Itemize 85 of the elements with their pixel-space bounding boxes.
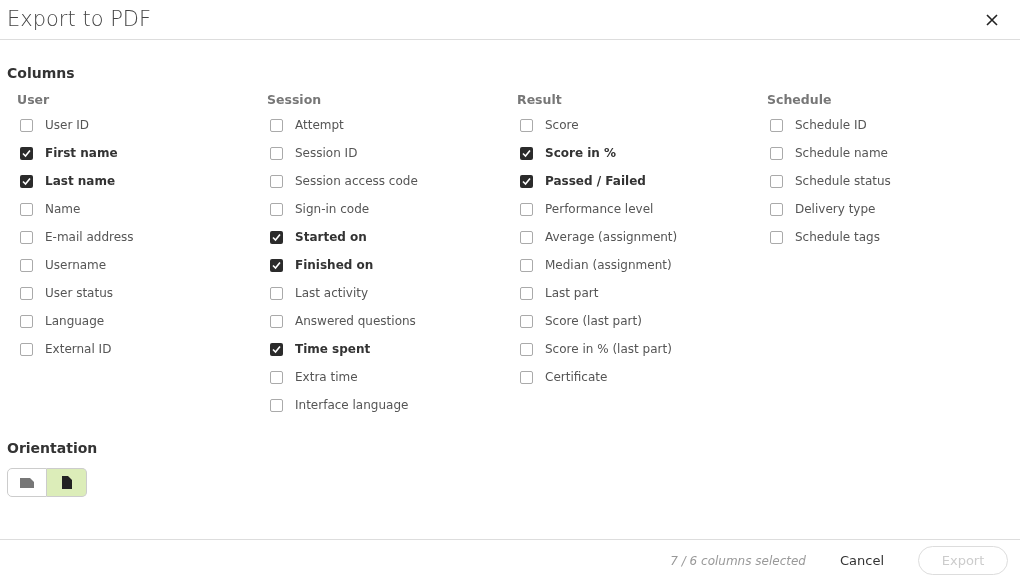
checkbox[interactable]: [20, 202, 33, 216]
checkbox[interactable]: [520, 370, 533, 384]
checkbox[interactable]: [20, 174, 33, 188]
checkbox-label: Finished on: [295, 257, 374, 274]
checkbox[interactable]: [270, 118, 283, 132]
checkbox-label: Last activity: [295, 285, 369, 302]
checkbox[interactable]: [270, 370, 283, 384]
checkbox-label: Schedule status: [795, 173, 891, 190]
checkbox-label: Interface language: [295, 397, 409, 414]
checkbox-label: Name: [45, 201, 81, 218]
portrait-page-icon: [61, 476, 72, 489]
checkbox[interactable]: [520, 286, 533, 300]
checkbox-label: Delivery type: [795, 201, 876, 218]
section-heading: Columns: [7, 64, 76, 83]
checkbox-label: External ID: [45, 341, 112, 358]
checkbox-label: E-mail address: [45, 229, 134, 246]
checkbox-label: Schedule ID: [795, 117, 867, 134]
group-header: Schedule: [767, 91, 832, 109]
checkbox[interactable]: [520, 202, 533, 216]
checkbox[interactable]: [20, 314, 33, 328]
checkbox-label: Session ID: [295, 145, 358, 162]
checkbox[interactable]: [520, 174, 533, 188]
checkbox-label: Average (assignment): [545, 229, 678, 246]
checkbox-label: Started on: [295, 229, 367, 246]
checkbox-label: Score in % (last part): [545, 341, 672, 358]
checkbox-label: Attempt: [295, 117, 344, 134]
checkbox-label: Session access code: [295, 173, 418, 190]
checkbox[interactable]: [20, 342, 33, 356]
checkbox-label: User status: [45, 285, 114, 302]
checkbox-label: Time spent: [295, 341, 371, 358]
cancel-button[interactable]: Cancel: [835, 550, 888, 571]
checkbox[interactable]: [520, 230, 533, 244]
checkbox-label: Certificate: [545, 369, 608, 386]
checkbox[interactable]: [520, 342, 533, 356]
checkbox-label: Median (assignment): [545, 257, 672, 274]
checkbox[interactable]: [20, 230, 33, 244]
checkbox[interactable]: [520, 118, 533, 132]
group-header: User: [17, 91, 50, 109]
orientation-toggle[interactable]: [47, 468, 87, 497]
landscape-page-icon: [20, 477, 34, 488]
checkbox[interactable]: [770, 174, 783, 188]
checkbox[interactable]: [20, 118, 33, 132]
checkbox-label: Answered questions: [295, 313, 416, 330]
checkbox-label: Schedule tags: [795, 229, 880, 246]
checkbox[interactable]: [770, 202, 783, 216]
checkbox[interactable]: [770, 118, 783, 132]
group-header: Session: [267, 91, 322, 109]
checkbox[interactable]: [520, 146, 533, 160]
checkbox[interactable]: [20, 146, 33, 160]
checkbox[interactable]: [770, 146, 783, 160]
checkbox-label: Score: [545, 117, 579, 134]
checkbox[interactable]: [270, 146, 283, 160]
orientation-toggle[interactable]: [7, 468, 47, 497]
checkbox[interactable]: [270, 398, 283, 412]
checkbox[interactable]: [270, 174, 283, 188]
checkbox-label: Last part: [545, 285, 599, 302]
checkbox-label: Performance level: [545, 201, 654, 218]
checkbox[interactable]: [520, 314, 533, 328]
checkbox-label: Score (last part): [545, 313, 642, 330]
checkbox-label: Username: [45, 257, 107, 274]
checkbox[interactable]: [270, 342, 283, 356]
checkbox-label: Language: [45, 313, 105, 330]
checkbox-label: User ID: [45, 117, 89, 134]
checkbox-label: Schedule name: [795, 145, 888, 162]
close-button[interactable]: [984, 11, 1000, 28]
checkbox[interactable]: [270, 286, 283, 300]
checkbox-label: Last name: [45, 173, 116, 190]
section-heading: Orientation: [7, 439, 99, 458]
window-title: Export to PDF: [7, 5, 152, 33]
close-icon: [986, 13, 998, 26]
checkbox[interactable]: [770, 230, 783, 244]
group-header: Result: [517, 91, 562, 109]
checkbox[interactable]: [270, 230, 283, 244]
checkbox-label: Passed / Failed: [545, 173, 646, 190]
selection-count: 7 / 6 columns selected: [670, 552, 806, 570]
checkbox-label: First name: [45, 145, 118, 162]
checkbox[interactable]: [520, 258, 533, 272]
checkbox-label: Extra time: [295, 369, 358, 386]
checkbox[interactable]: [20, 286, 33, 300]
checkbox[interactable]: [270, 258, 283, 272]
checkbox[interactable]: [20, 258, 33, 272]
checkbox[interactable]: [270, 202, 283, 216]
checkbox[interactable]: [270, 314, 283, 328]
checkbox-label: Score in %: [545, 145, 617, 162]
checkbox-label: Sign-in code: [295, 201, 370, 218]
